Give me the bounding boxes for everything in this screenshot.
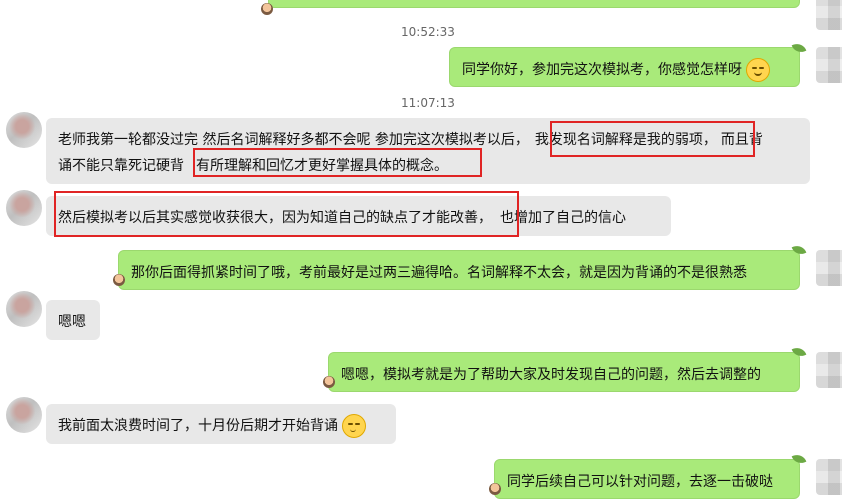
message-bubble[interactable]: 同学你好，参加完这次模拟考，你感觉怎样呀 bbox=[449, 47, 800, 87]
message-bubble-partial bbox=[268, 0, 800, 8]
avatar[interactable] bbox=[6, 291, 42, 327]
message-text: 我前面太浪费时间了，十月份后期才开始背诵 bbox=[58, 418, 338, 434]
avatar[interactable] bbox=[6, 397, 42, 433]
avatar[interactable] bbox=[816, 250, 842, 286]
smile-emoji-icon bbox=[746, 58, 770, 82]
highlight-box bbox=[193, 148, 482, 177]
avatar[interactable] bbox=[816, 0, 842, 30]
highlight-box bbox=[54, 191, 519, 237]
message-text: 嗯嗯，模拟考就是为了帮助大家及时发现自己的问题，然后去调整的 bbox=[341, 367, 761, 383]
user-status-icon bbox=[261, 3, 273, 15]
user-status-icon bbox=[489, 483, 501, 495]
message-text: 嗯嗯 bbox=[58, 314, 86, 330]
user-status-icon bbox=[113, 274, 125, 286]
message-bubble[interactable]: 嗯嗯，模拟考就是为了帮助大家及时发现自己的问题，然后去调整的 bbox=[328, 352, 800, 392]
timestamp: 11:07:13 bbox=[401, 96, 455, 110]
highlight-box bbox=[550, 121, 755, 157]
avatar[interactable] bbox=[816, 47, 842, 83]
avatar[interactable] bbox=[6, 190, 42, 226]
message-text: 那你后面得抓紧时间了哦，考前最好是过两三遍得哈。名词解释不太会，就是因为背诵的不… bbox=[131, 265, 747, 281]
message-text: 诵不能只靠死记硬背 bbox=[58, 158, 184, 174]
message-bubble[interactable]: 嗯嗯 bbox=[46, 300, 100, 340]
message-bubble[interactable]: 同学后续自己可以针对问题，去逐一击破哒 bbox=[494, 459, 800, 499]
user-status-icon bbox=[323, 376, 335, 388]
message-text: 同学后续自己可以针对问题，去逐一击破哒 bbox=[507, 474, 773, 490]
avatar[interactable] bbox=[816, 459, 842, 495]
avatar[interactable] bbox=[816, 352, 842, 388]
message-text: 老师我第一轮都没过完 然后名词解释好多都不会呢 参加完这次模拟考以后， bbox=[58, 132, 529, 148]
message-text: 同学你好，参加完这次模拟考，你感觉怎样呀 bbox=[462, 62, 742, 78]
message-bubble[interactable]: 那你后面得抓紧时间了哦，考前最好是过两三遍得哈。名词解释不太会，就是因为背诵的不… bbox=[118, 250, 800, 290]
smirk-emoji-icon bbox=[342, 414, 366, 438]
timestamp: 10:52:33 bbox=[401, 25, 455, 39]
message-bubble[interactable]: 我前面太浪费时间了，十月份后期才开始背诵 bbox=[46, 404, 396, 444]
avatar[interactable] bbox=[6, 112, 42, 148]
